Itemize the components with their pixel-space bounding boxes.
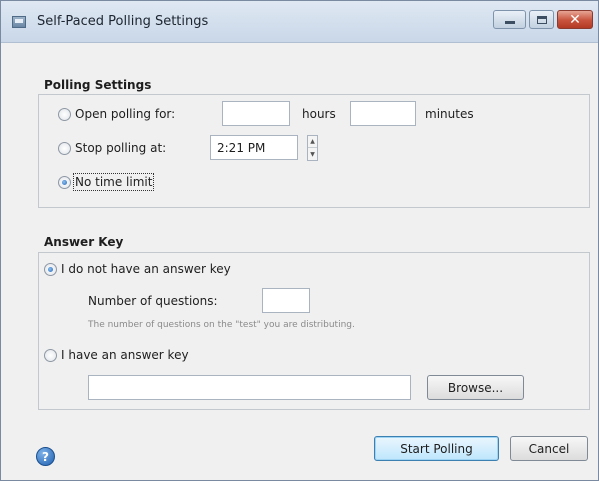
answer-key-heading: Answer Key: [44, 235, 124, 249]
stop-polling-radio[interactable]: [58, 142, 71, 155]
hours-input[interactable]: [222, 101, 290, 126]
open-polling-label[interactable]: Open polling for:: [75, 107, 175, 121]
hours-label: hours: [302, 107, 336, 121]
title-bar[interactable]: Self-Paced Polling Settings ✕: [1, 1, 598, 43]
stop-polling-label[interactable]: Stop polling at:: [75, 141, 166, 155]
spin-up-icon[interactable]: ▲: [308, 136, 317, 148]
have-answer-key-radio[interactable]: [44, 349, 57, 362]
help-icon[interactable]: ?: [36, 447, 55, 466]
cancel-button[interactable]: Cancel: [510, 436, 588, 461]
close-button[interactable]: ✕: [557, 10, 593, 29]
minutes-input[interactable]: [350, 101, 416, 126]
open-polling-radio[interactable]: [58, 108, 71, 121]
answer-key-file-input[interactable]: [88, 375, 411, 400]
minimize-button[interactable]: [493, 10, 526, 29]
browse-button[interactable]: Browse...: [427, 375, 524, 400]
num-questions-input[interactable]: [262, 288, 310, 313]
no-time-limit-label[interactable]: No time limit: [72, 173, 155, 191]
have-answer-key-label[interactable]: I have an answer key: [61, 348, 189, 362]
window-title: Self-Paced Polling Settings: [37, 14, 209, 29]
no-answer-key-radio[interactable]: [44, 263, 57, 276]
polling-settings-group: Open polling for: hours minutes Stop pol…: [38, 94, 590, 208]
answer-key-group: I do not have an answer key Number of qu…: [38, 252, 590, 410]
maximize-button[interactable]: [529, 10, 554, 29]
dialog-window: Self-Paced Polling Settings ✕ Polling Se…: [0, 0, 599, 481]
maximize-icon: [536, 15, 547, 24]
spin-down-icon[interactable]: ▼: [308, 148, 317, 160]
polling-settings-heading: Polling Settings: [44, 78, 152, 92]
minimize-icon: [504, 21, 515, 24]
no-answer-key-label[interactable]: I do not have an answer key: [61, 262, 231, 276]
dialog-app-icon: [12, 16, 26, 28]
close-icon: ✕: [569, 11, 581, 28]
num-questions-hint: The number of questions on the "test" yo…: [88, 320, 355, 330]
num-questions-label: Number of questions:: [88, 294, 218, 308]
stop-time-input[interactable]: [210, 135, 298, 160]
minutes-label: minutes: [425, 107, 474, 121]
start-polling-button[interactable]: Start Polling: [374, 436, 499, 461]
no-time-limit-radio[interactable]: [58, 176, 71, 189]
stop-time-spinner[interactable]: ▲ ▼: [307, 135, 318, 161]
